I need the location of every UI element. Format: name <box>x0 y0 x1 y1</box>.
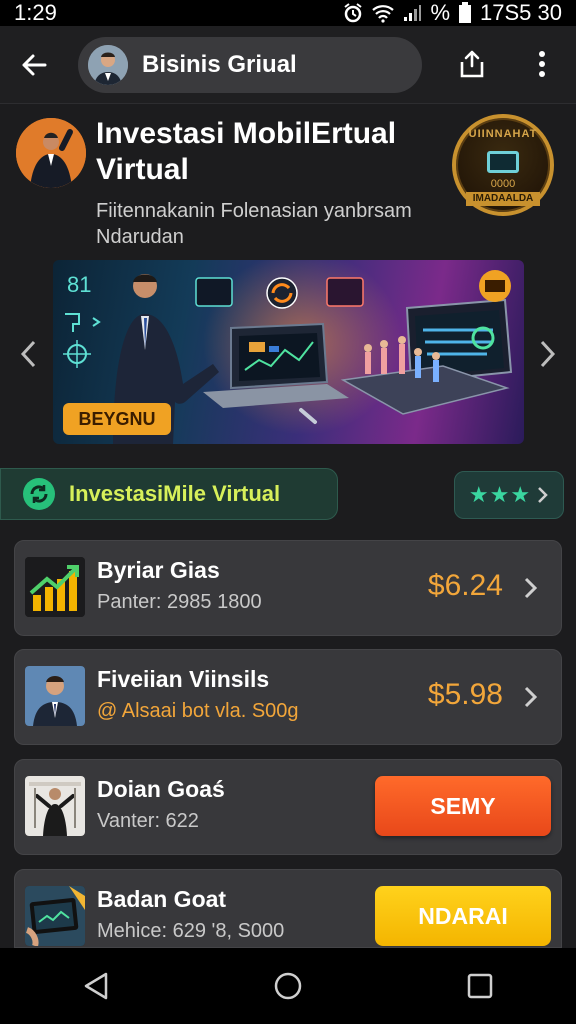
coin-badge-icon: UIINNAHAT 0000 IMADAALDA <box>452 114 554 216</box>
highlight-chip[interactable]: InvestasiMile Virtual <box>0 468 338 520</box>
carousel-prev-button[interactable] <box>10 332 46 376</box>
nav-recents-icon <box>467 973 493 999</box>
item-price: $6.24 <box>427 569 503 602</box>
battery-icon <box>459 2 472 23</box>
list-item[interactable]: Fiveiian Viinsils @ Alsaai bot vla. S00g… <box>14 649 562 745</box>
share-button[interactable] <box>448 40 496 88</box>
chevron-right-icon <box>521 573 541 603</box>
banner-cta-button[interactable]: BEYGNU <box>63 403 171 435</box>
item-avatar <box>25 666 85 726</box>
carousel-next-button[interactable] <box>530 332 566 376</box>
growth-chart-icon <box>25 557 85 617</box>
page-title: Investasi MobilErtual Virtual <box>96 117 397 186</box>
badge-top-text: UIINNAHAT <box>468 128 538 140</box>
promo-banner[interactable]: 81 BEYGNU <box>53 260 524 444</box>
list-item[interactable]: Doian Goaś Vanter: 622 SEMY <box>14 759 562 855</box>
item-action-button[interactable]: SEMY <box>375 776 551 836</box>
avatar <box>88 45 128 85</box>
status-time: 1:29 <box>14 0 57 25</box>
status-icons: % 17S5 30 <box>342 0 562 26</box>
app-bar: Bisinis Griual <box>0 26 576 104</box>
item-title: Fiveiian Viinsils <box>97 666 270 692</box>
rating-button[interactable]: ★★★ <box>454 471 564 519</box>
back-button[interactable] <box>0 26 68 104</box>
badge-bottom-text: IMADAALDA <box>466 192 540 206</box>
item-subtitle: Mehice: 629 '8, S000 <box>97 920 285 942</box>
banner-number: 81 <box>67 272 92 297</box>
status-clock: 17S5 30 <box>480 0 562 25</box>
nav-recents-button[interactable] <box>448 954 512 1018</box>
badge-number: 0000 <box>490 178 516 190</box>
signal-icon <box>404 5 422 21</box>
app-title: Bisinis Griual <box>142 51 297 78</box>
item-avatar <box>25 776 85 836</box>
item-title: Byriar Gias <box>97 557 220 583</box>
nav-back-icon <box>84 972 108 1000</box>
item-subtitle: Vanter: 622 <box>97 810 199 832</box>
monitor-icon <box>487 151 519 173</box>
item-title: Doian Goaś <box>97 776 225 802</box>
page-subtitle: Fiitennakanin Folenasian yanbrsam Ndarud… <box>96 200 412 248</box>
tablet-icon <box>25 886 85 946</box>
app-logo <box>16 118 86 188</box>
nav-back-button[interactable] <box>64 954 128 1018</box>
chevron-right-icon <box>538 487 548 503</box>
refresh-icon <box>23 478 55 510</box>
more-vert-icon <box>539 51 545 77</box>
item-price: $5.98 <box>427 678 503 711</box>
nav-home-button[interactable] <box>256 954 320 1018</box>
item-subtitle: Panter: 2985 1800 <box>97 591 262 613</box>
nav-home-icon <box>274 972 302 1000</box>
back-arrow-icon <box>22 54 47 75</box>
app-title-pill[interactable]: Bisinis Griual <box>78 37 422 93</box>
system-nav-bar <box>0 948 576 1024</box>
status-percent: % <box>430 0 451 25</box>
share-icon <box>460 50 484 78</box>
item-action-button[interactable]: NDARAI <box>375 886 551 946</box>
list-item[interactable]: Byriar Gias Panter: 2985 1800 $6.24 <box>14 540 562 636</box>
chevron-left-icon <box>20 340 36 368</box>
chevron-right-icon <box>540 340 556 368</box>
item-title: Badan Goat <box>97 886 227 912</box>
chevron-right-icon <box>521 682 541 712</box>
star-rating: ★★★ <box>468 482 532 507</box>
alarm-icon <box>344 3 363 23</box>
item-subtitle: @ Alsaai bot vla. S00g <box>97 700 299 722</box>
list-item[interactable]: Badan Goat Mehice: 629 '8, S000 NDARAI <box>14 869 562 948</box>
more-button[interactable] <box>518 40 566 88</box>
status-bar: 1:29 % 17S5 30 <box>0 0 576 26</box>
highlight-label: InvestasiMile Virtual <box>69 481 281 506</box>
wifi-icon <box>372 5 395 23</box>
